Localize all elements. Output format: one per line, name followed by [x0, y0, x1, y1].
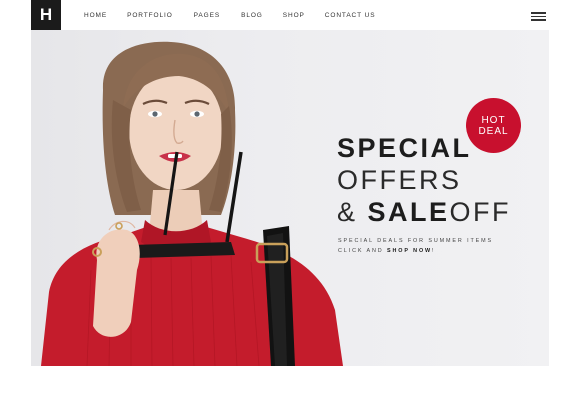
main-nav: HOME PORTFOLIO PAGES BLOG SHOP CONTACT U…: [84, 12, 375, 19]
headline-off: OFF: [449, 197, 512, 227]
subtext-deals: SPECIAL DEALS FOR SUMMER ITEMS: [338, 238, 494, 244]
headline-saleoff: & SALEOFF: [337, 196, 511, 228]
headline-sale: SALE: [367, 197, 450, 227]
subtext-cta: CLICK AND SHOP NOW!: [338, 246, 493, 256]
subtext-exclaim: !: [432, 248, 436, 254]
hero-headline: SPECIAL OFFERS & SALEOFF: [337, 132, 511, 228]
nav-item-shop[interactable]: SHOP: [283, 12, 305, 19]
headline-offers: OFFERS: [337, 165, 462, 195]
hero-subtext: SPECIAL DEALS FOR SUMMER ITEMS CLICK AND…: [338, 236, 493, 256]
hero-banner: HOT DEAL SPECIAL OFFERS & SALEOFF SPECIA…: [31, 30, 549, 366]
nav-item-home[interactable]: HOME: [84, 12, 107, 19]
nav-item-portfolio[interactable]: PORTFOLIO: [127, 12, 173, 19]
badge-line-hot: HOT: [481, 114, 506, 126]
shop-now-link[interactable]: SHOP NOW: [387, 248, 432, 254]
subtext-click: CLICK AND: [338, 248, 387, 254]
nav-item-blog[interactable]: BLOG: [241, 12, 263, 19]
headline-special: SPECIAL: [337, 133, 472, 163]
nav-item-pages[interactable]: PAGES: [194, 12, 220, 19]
nav-item-contact-us[interactable]: CONTACT US: [325, 12, 376, 19]
headline-ampersand: &: [337, 197, 368, 227]
model-photo: [41, 41, 343, 366]
logo[interactable]: H: [31, 0, 61, 30]
hamburger-menu-icon[interactable]: [531, 12, 546, 21]
